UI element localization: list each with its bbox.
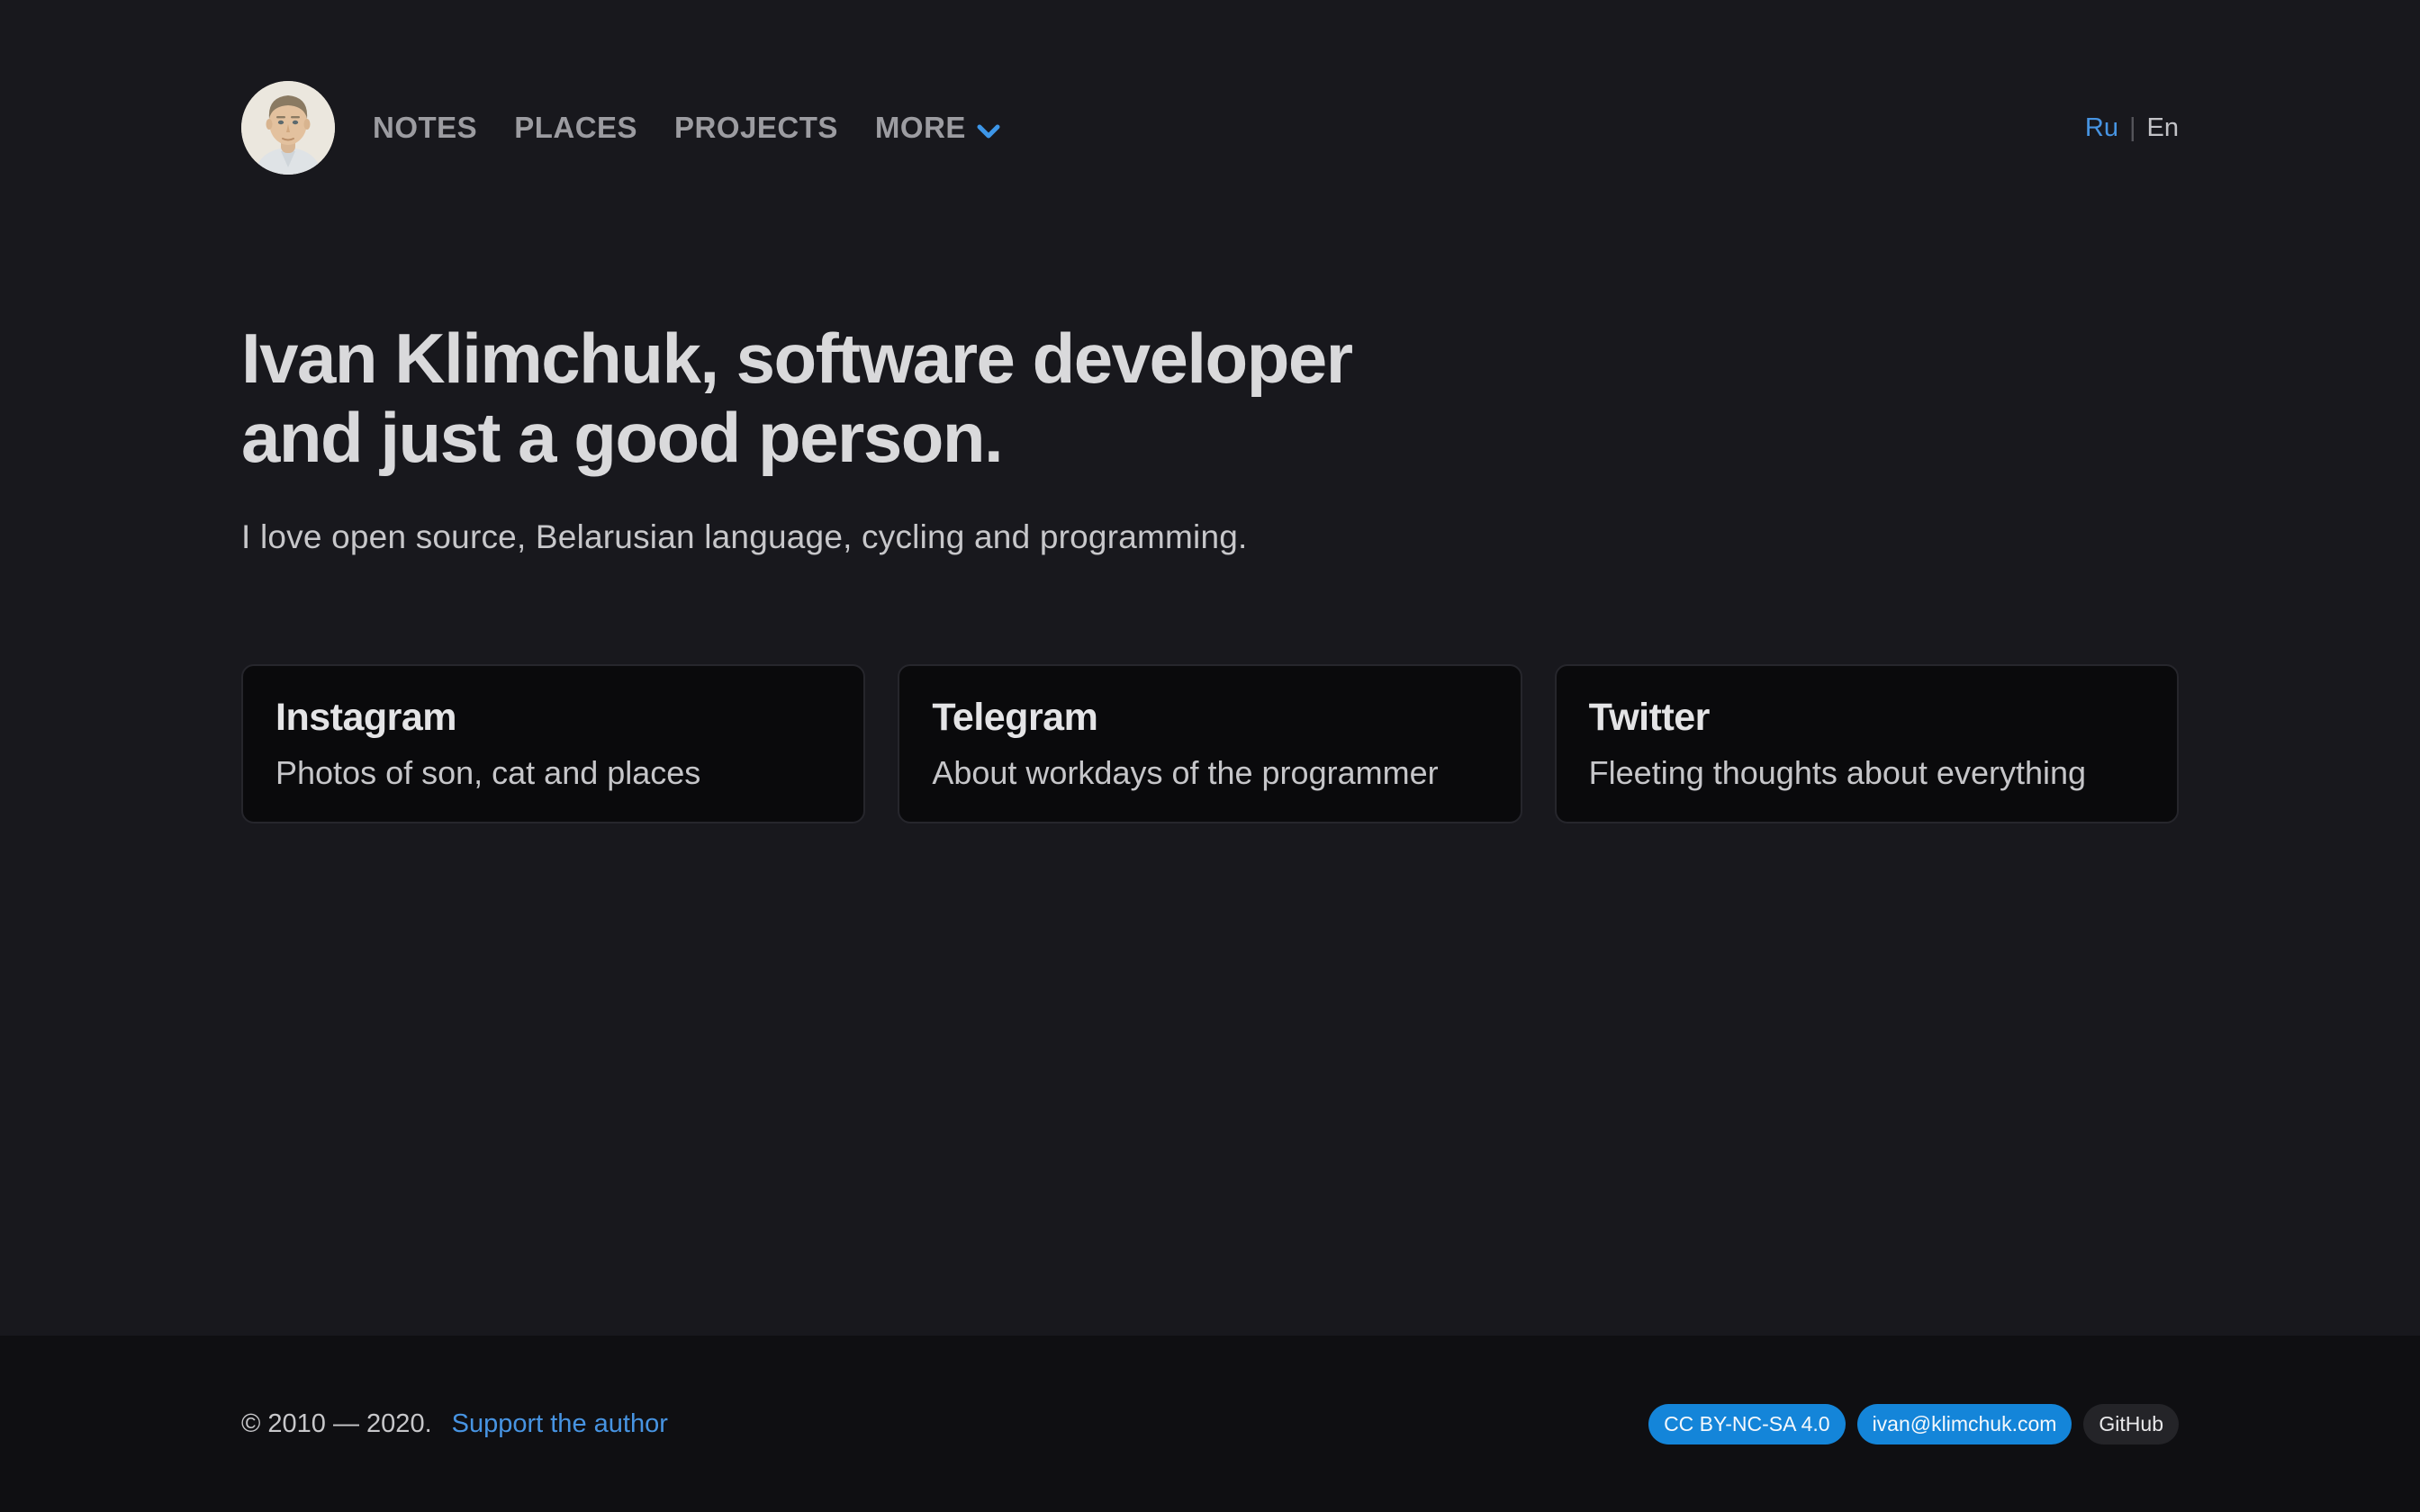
card-title: Instagram	[275, 696, 831, 740]
avatar[interactable]	[241, 81, 335, 175]
card-description: Photos of son, cat and places	[275, 754, 831, 792]
header: Notes Places Projects More Ru | En	[241, 0, 2179, 175]
page-title-line2: and just a good person.	[241, 398, 2179, 477]
footer-left: © 2010 — 2020. Support the author	[241, 1409, 668, 1439]
social-cards: Instagram Photos of son, cat and places …	[241, 664, 2179, 824]
lang-divider: |	[2129, 113, 2136, 143]
email-badge[interactable]: ivan@klimchuk.com	[1857, 1404, 2072, 1444]
card-description: Fleeting thoughts about everything	[1589, 754, 2145, 792]
nav-item-label: Notes	[373, 111, 477, 145]
card-title: Twitter	[1589, 696, 2145, 740]
license-badge[interactable]: CC BY-NC-SA 4.0	[1648, 1404, 1846, 1444]
page-title-line1: Ivan Klimchuk, software developer	[241, 319, 2179, 398]
card-title: Telegram	[932, 696, 1487, 740]
nav-item-label: Places	[514, 111, 637, 145]
avatar-image	[241, 81, 335, 175]
copyright-text: © 2010 — 2020.	[241, 1409, 432, 1439]
card-telegram[interactable]: Telegram About workdays of the programme…	[898, 664, 1522, 824]
nav-item-label: More	[875, 111, 966, 145]
page-subtitle: I love open source, Belarusian language,…	[241, 518, 2179, 556]
language-switcher: Ru | En	[2085, 113, 2179, 143]
github-badge[interactable]: GitHub	[2083, 1404, 2179, 1444]
nav-item-places[interactable]: Places	[514, 111, 637, 145]
card-twitter[interactable]: Twitter Fleeting thoughts about everythi…	[1555, 664, 2179, 824]
footer-badges: CC BY-NC-SA 4.0 ivan@klimchuk.com GitHub	[1648, 1404, 2179, 1444]
lang-link-ru[interactable]: Ru	[2085, 113, 2118, 143]
nav-item-projects[interactable]: Projects	[674, 111, 838, 145]
nav-item-label: Projects	[674, 111, 838, 145]
nav-item-more[interactable]: More	[875, 109, 1000, 147]
main-nav: Notes Places Projects More	[373, 109, 1000, 147]
chevron-down-icon	[977, 112, 1000, 147]
card-instagram[interactable]: Instagram Photos of son, cat and places	[241, 664, 865, 824]
lang-link-en: En	[2147, 113, 2179, 143]
support-author-link[interactable]: Support the author	[452, 1409, 668, 1439]
card-description: About workdays of the programmer	[932, 754, 1487, 792]
page-title: Ivan Klimchuk, software developer and ju…	[241, 319, 2179, 477]
nav-item-notes[interactable]: Notes	[373, 111, 477, 145]
footer: © 2010 — 2020. Support the author CC BY-…	[0, 1336, 2420, 1512]
